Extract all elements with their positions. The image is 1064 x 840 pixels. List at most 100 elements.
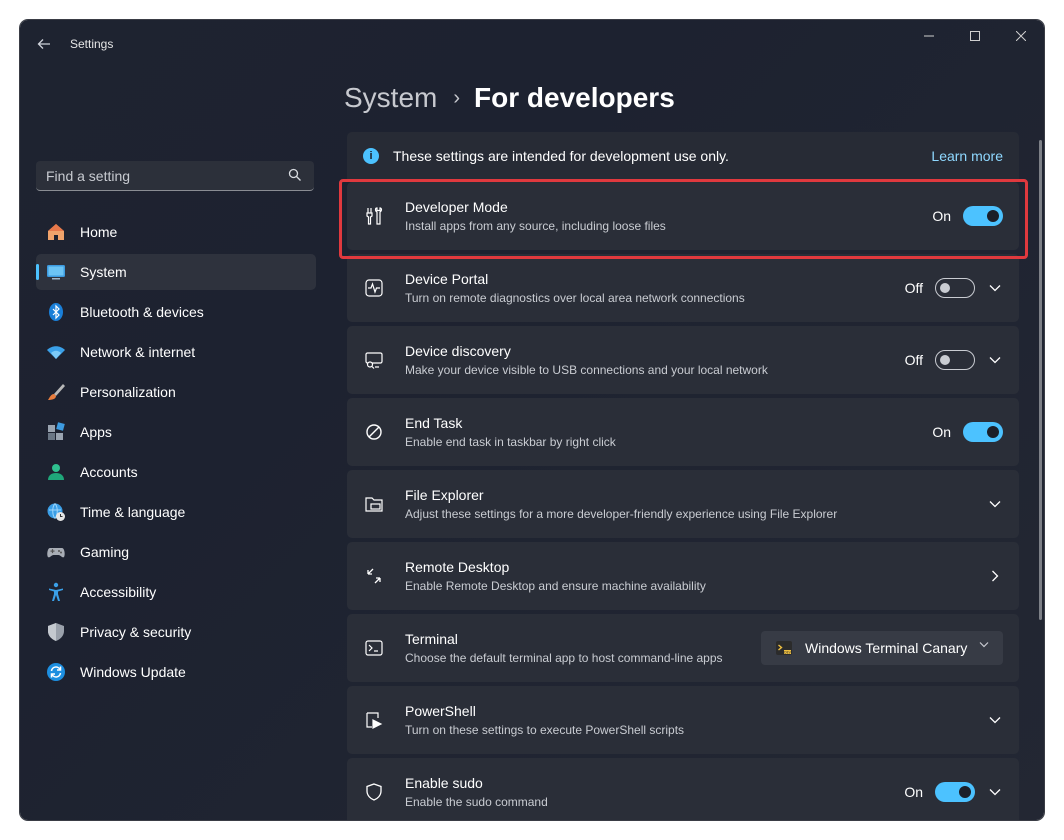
sidebar-item-label: Personalization bbox=[80, 384, 176, 400]
setting-title: Remote Desktop bbox=[405, 559, 510, 575]
close-button[interactable] bbox=[998, 20, 1044, 52]
search-input[interactable] bbox=[36, 161, 288, 191]
maximize-icon bbox=[970, 31, 980, 41]
device-portal-toggle[interactable] bbox=[935, 278, 975, 298]
setting-title: Enable sudo bbox=[405, 775, 483, 791]
setting-remote-desktop[interactable]: Remote Desktop Enable Remote Desktop and… bbox=[347, 542, 1019, 610]
toggle-knob bbox=[959, 786, 971, 798]
toggle-state-label: Off bbox=[904, 352, 923, 368]
sidebar-item-bluetooth[interactable]: Bluetooth & devices bbox=[36, 294, 316, 330]
settings-list: i These settings are intended for develo… bbox=[347, 132, 1019, 820]
sidebar-item-label: Network & internet bbox=[80, 344, 196, 360]
chevron-right-icon[interactable] bbox=[987, 568, 1003, 584]
info-icon: i bbox=[363, 148, 379, 164]
setting-developer-mode: Developer Mode Install apps from any sou… bbox=[347, 182, 1019, 250]
setting-description: Choose the default terminal app to host … bbox=[405, 651, 723, 665]
setting-enable-sudo[interactable]: Enable sudo Enable the sudo command On bbox=[347, 758, 1019, 820]
end-task-toggle[interactable] bbox=[963, 422, 1003, 442]
page-title: For developers bbox=[474, 82, 675, 113]
toggle-state-label: On bbox=[904, 784, 923, 800]
setting-title: End Task bbox=[405, 415, 463, 431]
sudo-shield-icon bbox=[363, 781, 385, 803]
gamepad-icon bbox=[46, 542, 66, 562]
terminal-canary-icon: DEV bbox=[776, 641, 792, 655]
maximize-button[interactable] bbox=[952, 20, 998, 52]
sidebar-item-personalization[interactable]: Personalization bbox=[36, 374, 316, 410]
toggle-knob bbox=[940, 283, 950, 293]
account-icon bbox=[46, 462, 66, 482]
chevron-down-icon[interactable] bbox=[987, 496, 1003, 512]
setting-description: Make your device visible to USB connecti… bbox=[405, 363, 768, 377]
setting-end-task: End Task Enable end task in taskbar by r… bbox=[347, 398, 1019, 466]
sidebar-item-windows-update[interactable]: Windows Update bbox=[36, 654, 316, 690]
sidebar-item-accounts[interactable]: Accounts bbox=[36, 454, 316, 490]
sidebar-item-time-language[interactable]: Time & language bbox=[36, 494, 316, 530]
system-icon bbox=[46, 262, 66, 282]
setting-title: Device Portal bbox=[405, 271, 489, 287]
device-discovery-toggle[interactable] bbox=[935, 350, 975, 370]
sidebar-item-label: Gaming bbox=[80, 544, 130, 560]
chevron-down-icon[interactable] bbox=[987, 352, 1003, 368]
remote-desktop-icon bbox=[363, 565, 385, 587]
setting-title: Device discovery bbox=[405, 343, 511, 359]
setting-title: Developer Mode bbox=[405, 199, 508, 215]
breadcrumb-parent[interactable]: System bbox=[344, 82, 437, 114]
sidebar-item-apps[interactable]: Apps bbox=[36, 414, 316, 450]
device-portal-icon bbox=[363, 277, 385, 299]
title-bar: Settings bbox=[20, 20, 1044, 68]
search-box[interactable] bbox=[36, 161, 314, 191]
back-arrow-icon bbox=[37, 39, 50, 49]
toggle-state-label: On bbox=[932, 424, 951, 440]
setting-device-discovery[interactable]: Device discovery Make your device visibl… bbox=[347, 326, 1019, 394]
sidebar-item-network[interactable]: Network & internet bbox=[36, 334, 316, 370]
sidebar-item-label: Accounts bbox=[80, 464, 138, 480]
setting-title: PowerShell bbox=[405, 703, 476, 719]
chevron-down-icon[interactable] bbox=[987, 784, 1003, 800]
info-banner: i These settings are intended for develo… bbox=[347, 132, 1019, 180]
sidebar-nav: Home System Bluetooth & devices Network … bbox=[36, 214, 316, 694]
sidebar-item-home[interactable]: Home bbox=[36, 214, 316, 250]
breadcrumb: System › For developers bbox=[344, 78, 675, 118]
close-icon bbox=[1016, 31, 1026, 41]
terminal-app-select[interactable]: DEV Windows Terminal Canary bbox=[761, 631, 1003, 665]
setting-description: Turn on these settings to execute PowerS… bbox=[405, 723, 685, 737]
developer-mode-toggle[interactable] bbox=[963, 206, 1003, 226]
search-icon bbox=[288, 168, 301, 181]
bluetooth-icon bbox=[46, 302, 66, 322]
setting-device-portal[interactable]: Device Portal Turn on remote diagnostics… bbox=[347, 254, 1019, 322]
settings-window: Settings Home System bbox=[20, 20, 1044, 820]
breadcrumb-separator: › bbox=[453, 86, 461, 109]
end-task-icon bbox=[363, 421, 385, 443]
back-button[interactable] bbox=[32, 32, 56, 56]
sidebar-item-privacy[interactable]: Privacy & security bbox=[36, 614, 316, 650]
sidebar-item-label: System bbox=[80, 264, 127, 280]
sidebar-item-label: Accessibility bbox=[80, 584, 157, 600]
enable-sudo-toggle[interactable] bbox=[935, 782, 975, 802]
minimize-icon bbox=[924, 35, 934, 37]
setting-description: Enable end task in taskbar by right clic… bbox=[405, 435, 616, 449]
sidebar-item-label: Time & language bbox=[80, 504, 186, 520]
sidebar-item-accessibility[interactable]: Accessibility bbox=[36, 574, 316, 610]
shield-icon bbox=[46, 622, 66, 642]
app-title: Settings bbox=[70, 37, 114, 51]
brush-icon bbox=[46, 382, 66, 402]
chevron-down-icon[interactable] bbox=[987, 712, 1003, 728]
minimize-button[interactable] bbox=[906, 20, 952, 52]
setting-powershell[interactable]: PowerShell Turn on these settings to exe… bbox=[347, 686, 1019, 754]
sidebar-item-label: Bluetooth & devices bbox=[80, 304, 204, 320]
device-discovery-icon bbox=[363, 349, 385, 371]
select-value: Windows Terminal Canary bbox=[805, 640, 968, 656]
svg-text:DEV: DEV bbox=[784, 650, 791, 654]
setting-description: Install apps from any source, including … bbox=[405, 219, 666, 233]
sidebar-item-label: Privacy & security bbox=[80, 624, 192, 640]
sidebar-item-gaming[interactable]: Gaming bbox=[36, 534, 316, 570]
toggle-state-label: Off bbox=[904, 280, 923, 296]
learn-more-link[interactable]: Learn more bbox=[931, 148, 1003, 164]
chevron-down-icon[interactable] bbox=[987, 280, 1003, 296]
setting-description: Turn on remote diagnostics over local ar… bbox=[405, 291, 745, 305]
globe-clock-icon bbox=[46, 502, 66, 522]
sidebar-item-system[interactable]: System bbox=[36, 254, 316, 290]
scrollbar[interactable] bbox=[1039, 140, 1042, 620]
setting-file-explorer[interactable]: File Explorer Adjust these settings for … bbox=[347, 470, 1019, 538]
apps-icon bbox=[46, 422, 66, 442]
